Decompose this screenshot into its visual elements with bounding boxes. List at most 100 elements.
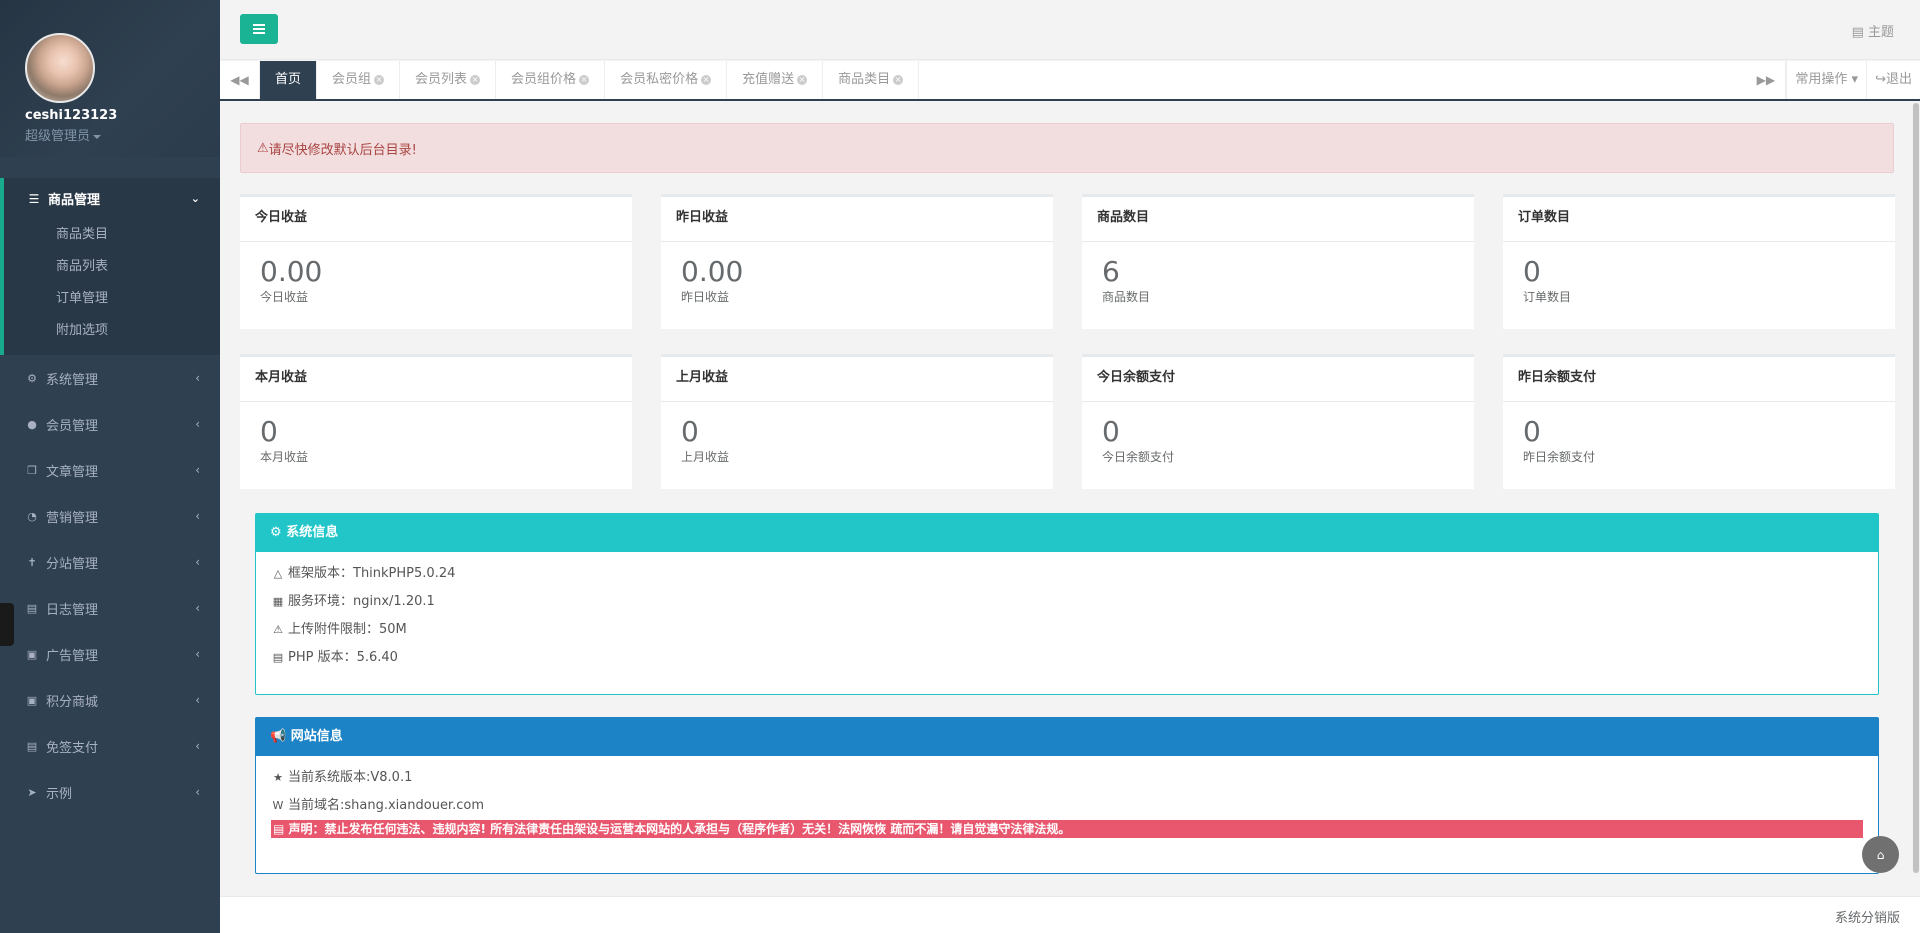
stat-value: 0 xyxy=(681,415,699,448)
nav-group-goods-header[interactable]: ☰ 商品管理 ⌄ xyxy=(4,178,220,219)
stat-card-order-count: 订单数目 0 订单数目 xyxy=(1503,194,1895,329)
tab-member-group-price[interactable]: 会员组价格 × xyxy=(496,61,606,99)
stat-value: 0 xyxy=(1523,415,1541,448)
backward-icon: ◀◀ xyxy=(230,73,249,87)
home-float-button[interactable]: ⌂ xyxy=(1862,836,1899,873)
nav-item-label: 营销管理 xyxy=(46,510,99,526)
chevron-left-icon: ‹ xyxy=(195,693,200,707)
stat-title: 本月收益 xyxy=(240,357,632,402)
warning-icon: ⚠ xyxy=(257,140,269,156)
info-row-framework: △ 框架版本：ThinkPHP5.0.24 xyxy=(256,560,1878,588)
theme-button[interactable]: ▤ 主题 xyxy=(1852,21,1894,40)
nav-item-examples[interactable]: ➤ 示例 ‹ xyxy=(0,769,220,815)
stat-card-today-revenue: 今日收益 0.00 今日收益 xyxy=(240,194,632,329)
side-drag-handle[interactable] xyxy=(0,603,14,646)
stat-title: 上月收益 xyxy=(661,357,1053,402)
info-text: 框架版本：ThinkPHP5.0.24 xyxy=(288,566,456,581)
chevron-left-icon: ‹ xyxy=(195,371,200,385)
stat-label: 今日收益 xyxy=(260,290,309,304)
nav-item-substations[interactable]: ✝ 分站管理 ‹ xyxy=(0,539,220,585)
chevron-left-icon: ‹ xyxy=(195,417,200,431)
nav-sub-order-management[interactable]: 订单管理 xyxy=(4,283,220,315)
stat-card-month-revenue: 本月收益 0 本月收益 xyxy=(240,354,632,489)
scroll-tabs-right-button[interactable]: ▶▶ xyxy=(1746,61,1787,99)
system-info-header: ⚙ 系统信息 xyxy=(256,514,1878,552)
info-row-server: ▦ 服务环境：nginx/1.20.1 xyxy=(256,588,1878,616)
nav-item-free-pay[interactable]: ▤ 免签支付 ‹ xyxy=(0,723,220,769)
credit-card-icon: ▤ xyxy=(26,739,38,753)
close-icon[interactable]: × xyxy=(797,74,808,85)
windows-icon: ▦ xyxy=(272,595,284,608)
bullhorn-icon: 📢 xyxy=(270,729,291,744)
info-row-php-version: ▤ PHP 版本：5.6.40 xyxy=(256,644,1878,672)
tab-member-group[interactable]: 会员组 × xyxy=(317,61,401,99)
top-header: ▤ 主题 xyxy=(220,0,1920,60)
declaration-text: 声明：禁止发布任何违法、违规内容! 所有法律责任由架设与运营本网站的人承担与（程… xyxy=(288,822,1071,836)
tab-goods-category[interactable]: 商品类目 × xyxy=(823,61,920,99)
scrollbar-thumb[interactable] xyxy=(1913,103,1919,873)
main-scrollbar[interactable] xyxy=(1912,103,1920,873)
footer: 系统分销版 xyxy=(220,896,1920,933)
users-icon: ● xyxy=(27,417,37,431)
tab-label: 会员组 xyxy=(332,72,372,87)
stat-card-yesterday-balance-pay: 昨日余额支付 0 昨日余额支付 xyxy=(1503,354,1895,489)
profile-panel: ceshi123123 超级管理员 xyxy=(0,0,220,157)
tab-bar-actions: ▶▶ 常用操作 ▾ ↪退出 xyxy=(1746,61,1920,99)
credit-card-icon: ▤ xyxy=(273,822,289,836)
tab-recharge-gift[interactable]: 充值赠送 × xyxy=(727,61,824,99)
tab-label: 充值赠送 xyxy=(742,72,795,87)
wordpress-icon: W xyxy=(272,799,284,812)
system-info-title: 系统信息 xyxy=(286,525,339,540)
nav-item-members[interactable]: ● 会员管理 ‹ xyxy=(0,401,220,447)
chevron-left-icon: ‹ xyxy=(195,509,200,523)
stat-title: 今日收益 xyxy=(240,197,632,242)
nav-item-articles[interactable]: ❐ 文章管理 ‹ xyxy=(0,447,220,493)
stat-label: 本月收益 xyxy=(260,450,309,464)
nav-item-system[interactable]: ⚙ 系统管理 ‹ xyxy=(0,355,220,401)
role-dropdown[interactable]: 超级管理员 xyxy=(25,125,102,144)
nav-group-label: 商品管理 xyxy=(48,193,101,208)
nav-sub-extra-options[interactable]: 附加选项 xyxy=(4,315,220,347)
stat-value: 0 xyxy=(260,415,278,448)
list-alt-icon: ▤ xyxy=(26,601,38,615)
forward-icon: ▶▶ xyxy=(1756,73,1776,87)
nav-item-points-mall[interactable]: ▣ 积分商城 ‹ xyxy=(0,677,220,723)
chevron-left-icon: ‹ xyxy=(195,601,200,615)
nav-item-marketing[interactable]: ◔ 营销管理 ‹ xyxy=(0,493,220,539)
chevron-left-icon: ‹ xyxy=(195,647,200,661)
common-ops-label: 常用操作 xyxy=(1795,72,1848,87)
nav-item-logs[interactable]: ▤ 日志管理 ‹ xyxy=(0,585,220,631)
tab-label: 会员私密价格 xyxy=(620,72,699,87)
nav-sub-goods-category[interactable]: 商品类目 xyxy=(4,219,220,251)
stat-card-yesterday-revenue: 昨日收益 0.00 昨日收益 xyxy=(661,194,1053,329)
stat-card-last-month-revenue: 上月收益 0 上月收益 xyxy=(661,354,1053,489)
close-icon[interactable]: × xyxy=(470,74,481,85)
avatar[interactable] xyxy=(25,33,95,103)
scroll-tabs-left-button[interactable]: ◀◀ xyxy=(220,61,260,99)
close-icon[interactable]: × xyxy=(701,74,712,85)
close-icon[interactable]: × xyxy=(579,74,590,85)
stat-value: 0 xyxy=(1102,415,1120,448)
tab-home[interactable]: 首页 xyxy=(260,61,318,99)
info-text: 当前域名:shang.xiandouer.com xyxy=(288,798,484,813)
credit-card-icon: ▤ xyxy=(272,651,284,664)
site-info-title: 网站信息 xyxy=(290,729,343,744)
tab-member-list[interactable]: 会员列表 × xyxy=(400,61,497,99)
caret-down-icon: ▾ xyxy=(1847,72,1859,87)
nav-item-label: 文章管理 xyxy=(46,464,99,480)
child-icon: ✝ xyxy=(27,555,37,569)
copy-icon: ❐ xyxy=(27,463,37,477)
nav-item-ads[interactable]: ▣ 广告管理 ‹ xyxy=(0,631,220,677)
close-icon[interactable]: × xyxy=(893,74,904,85)
stat-title: 今日余额支付 xyxy=(1082,357,1474,402)
chevron-left-icon: ‹ xyxy=(195,555,200,569)
close-icon[interactable]: × xyxy=(374,74,385,85)
logout-label: 退出 xyxy=(1885,72,1912,87)
toggle-sidebar-button[interactable] xyxy=(240,14,278,44)
tab-member-private-price[interactable]: 会员私密价格 × xyxy=(605,61,728,99)
username: ceshi123123 xyxy=(25,108,118,123)
common-ops-dropdown[interactable]: 常用操作 ▾ xyxy=(1786,61,1866,99)
logout-button[interactable]: ↪退出 xyxy=(1866,61,1920,99)
nav-sub-goods-list[interactable]: 商品列表 xyxy=(4,251,220,283)
site-info-panel: 📢 网站信息 ★ 当前系统版本:V8.0.1 W 当前域名:shang.xiando… xyxy=(255,717,1879,874)
